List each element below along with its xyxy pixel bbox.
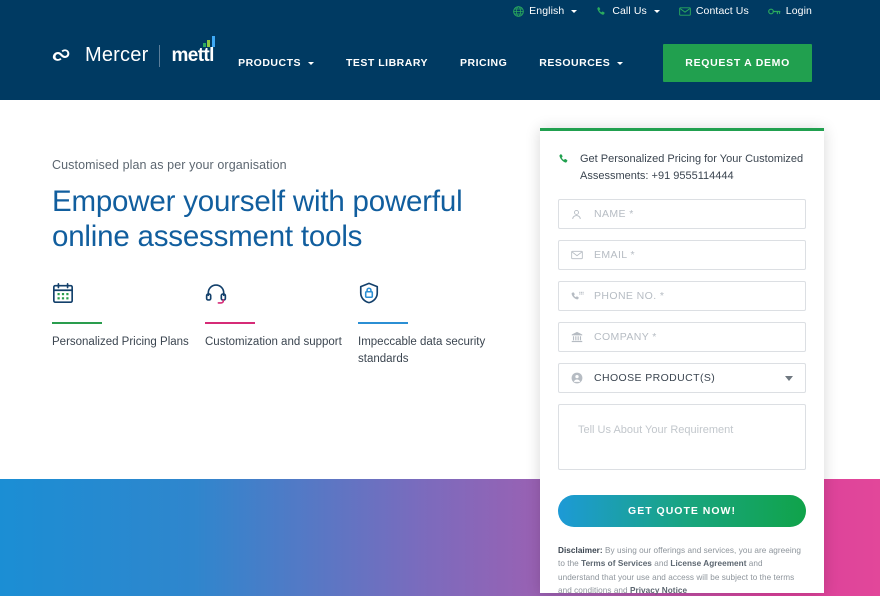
headset-icon	[205, 282, 358, 312]
nav-item-resources[interactable]: RESOURCES	[523, 57, 639, 69]
landing-page: English Call Us Contact Us Login Mercer …	[0, 0, 880, 596]
product-select-value[interactable]: CHOOSE PRODUCT(S)	[559, 372, 805, 384]
nav-label-test-library: TEST LIBRARY	[345, 57, 429, 69]
nav-label-resources: RESOURCES	[539, 57, 611, 69]
quote-request-form: CHOOSE PRODUCT(S) GET QUOTE NOW! Disclai…	[540, 185, 824, 596]
logo-wordmark-mettl: mettl	[171, 35, 215, 67]
feature-rule-pricing-plans	[52, 322, 102, 324]
utility-label-contact-us: Contact Us	[695, 5, 749, 17]
hero-kicker: Customised plan as per your organisation	[52, 158, 287, 172]
shield-lock-icon	[358, 282, 511, 312]
company-input[interactable]	[559, 331, 805, 344]
key-icon	[767, 6, 781, 17]
main-navigation: PRODUCTS TEST LIBRARY PRICING RESOURCES …	[222, 44, 812, 82]
logo-mettl-text: mettl	[171, 44, 214, 66]
license-agreement-link[interactable]: License Agreement	[670, 559, 746, 568]
page-title: Empower yourself with powerful online as…	[52, 185, 512, 254]
phone-icon	[558, 152, 570, 185]
logo-wordmark-mercer: Mercer	[85, 44, 149, 66]
nav-item-test-library[interactable]: TEST LIBRARY	[330, 57, 444, 69]
calendar-icon	[52, 282, 205, 312]
mettl-bars-icon	[202, 35, 215, 47]
request-demo-button[interactable]: REQUEST A DEMO	[663, 44, 812, 82]
email-input[interactable]	[559, 249, 805, 262]
disclaimer-part-2: and	[651, 559, 671, 569]
product-select[interactable]: CHOOSE PRODUCT(S)	[558, 363, 806, 394]
name-field[interactable]	[558, 199, 806, 230]
feature-item-pricing-plans: Personalized Pricing Plans	[52, 282, 205, 369]
get-quote-button[interactable]: GET QUOTE NOW!	[558, 495, 806, 528]
company-field[interactable]	[558, 322, 806, 353]
person-icon	[571, 209, 582, 220]
requirement-textarea[interactable]	[558, 404, 806, 471]
name-input[interactable]	[559, 208, 805, 221]
feature-label-pricing-plans: Personalized Pricing Plans	[52, 336, 189, 348]
logo-divider	[159, 44, 161, 67]
feature-label-customization: Customization and support	[205, 336, 342, 348]
feature-label-data-security: Impeccable data security standards	[358, 336, 486, 366]
utility-item-login[interactable]: Login	[767, 5, 812, 17]
feature-rule-customization	[205, 322, 255, 324]
feature-rule-data-security	[358, 322, 408, 324]
bank-icon	[571, 331, 583, 343]
email-field[interactable]	[558, 240, 806, 271]
phone-keypad-icon	[571, 291, 584, 302]
chevron-down-icon	[785, 375, 793, 381]
card-header-text: Get Personalized Pricing for Your Custom…	[580, 153, 804, 183]
hero-section: Customised plan as per your organisation…	[52, 158, 512, 254]
person-circle-icon	[571, 372, 583, 384]
chevron-down-icon	[617, 61, 624, 65]
headline-line-2: online assessment tools	[52, 219, 363, 253]
feature-list: Personalized Pricing Plans Customization…	[52, 282, 522, 369]
utility-label-login: Login	[785, 5, 812, 17]
utility-bar: English Call Us Contact Us Login	[513, 0, 812, 22]
utility-item-call-us[interactable]: Call Us	[596, 5, 660, 17]
utility-label-language: English	[529, 5, 565, 17]
chevron-down-icon	[307, 61, 314, 65]
privacy-notice-link[interactable]: Privacy Notice	[630, 586, 687, 595]
terms-of-services-link[interactable]: Terms of Services	[581, 559, 652, 568]
site-logo[interactable]: Mercer mettl	[52, 35, 215, 67]
nav-label-products: PRODUCTS	[238, 57, 301, 69]
phone-field[interactable]	[558, 281, 806, 312]
phone-icon	[596, 6, 607, 17]
site-header: English Call Us Contact Us Login Mercer …	[0, 0, 880, 100]
headline-line-1: Empower yourself with powerful	[52, 185, 463, 218]
nav-item-products[interactable]: PRODUCTS	[222, 57, 330, 69]
nav-label-pricing: PRICING	[460, 57, 508, 69]
disclaimer-text: Disclaimer: By using our offerings and s…	[558, 544, 806, 596]
chevron-down-icon	[571, 9, 578, 13]
phone-input[interactable]	[559, 290, 805, 303]
mercer-wave-icon	[52, 49, 74, 62]
feature-item-customization: Customization and support	[205, 282, 358, 369]
envelope-icon	[679, 6, 691, 17]
quote-request-card: Get Personalized Pricing for Your Custom…	[540, 128, 824, 596]
chevron-down-icon	[653, 9, 660, 13]
utility-label-call-us: Call Us	[612, 5, 647, 17]
nav-item-pricing[interactable]: PRICING	[444, 57, 523, 69]
feature-item-data-security: Impeccable data security standards	[358, 282, 511, 369]
globe-icon	[513, 5, 524, 17]
disclaimer-label: Disclaimer:	[558, 546, 603, 556]
card-header: Get Personalized Pricing for Your Custom…	[540, 131, 824, 185]
envelope-icon	[571, 250, 583, 260]
utility-item-contact-us[interactable]: Contact Us	[679, 5, 749, 17]
utility-item-language[interactable]: English	[513, 5, 578, 17]
